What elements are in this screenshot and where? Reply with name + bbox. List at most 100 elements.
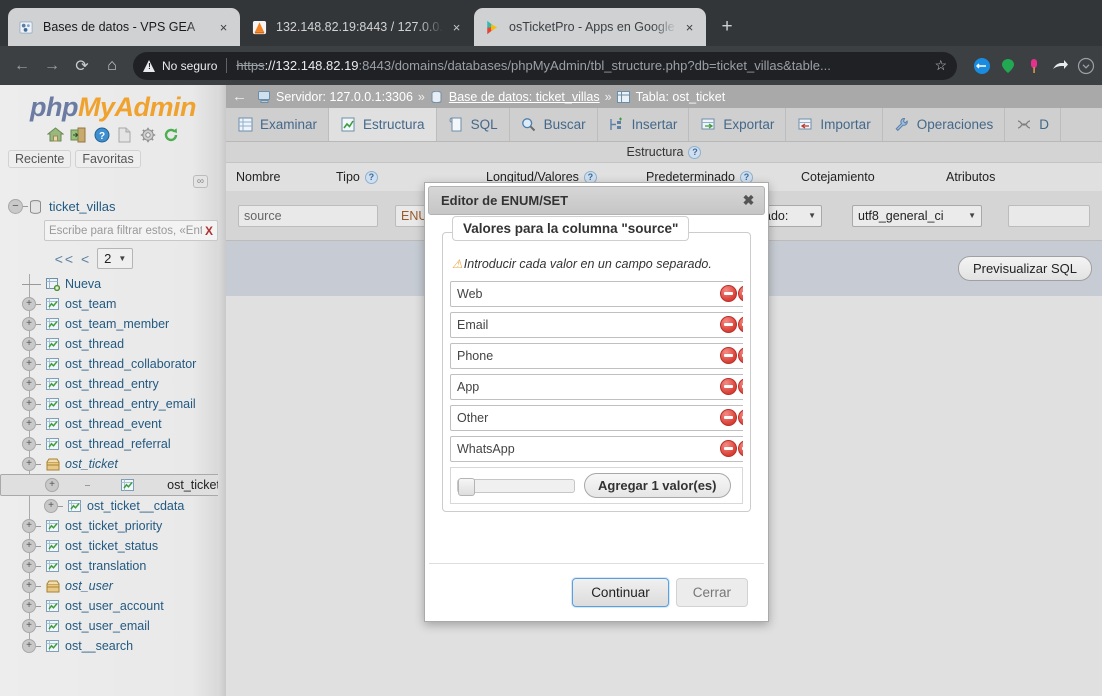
expand-toggle-icon[interactable]: +: [22, 357, 36, 371]
bookmark-star-icon[interactable]: ☆: [934, 57, 947, 74]
preview-sql-button[interactable]: Previsualizar SQL: [957, 256, 1092, 281]
sidebar-tab-reciente[interactable]: Reciente: [8, 150, 72, 168]
pager-prev-arrows[interactable]: << <: [55, 251, 91, 267]
sidebar-table-item[interactable]: + ost_thread: [0, 334, 226, 354]
expand-toggle-icon[interactable]: +: [22, 317, 36, 331]
expand-toggle-icon[interactable]: +: [22, 619, 36, 633]
sidebar-table-item[interactable]: + ost_user_account: [0, 596, 226, 616]
sidebar-table-item[interactable]: + ost_user: [0, 576, 226, 596]
continue-button[interactable]: Continuar: [572, 578, 669, 607]
remove-value-icon[interactable]: [720, 316, 737, 333]
sidebar-table-item[interactable]: + ost_thread_event: [0, 414, 226, 434]
sidebar-table-item[interactable]: + ost_team: [0, 294, 226, 314]
browser-tab-1[interactable]: 132.148.82.19:8443 / 127.0.0.1 / t ×: [241, 8, 473, 46]
sidebar-table-item[interactable]: + ost_team_member: [0, 314, 226, 334]
sidebar-tab-favoritas[interactable]: Favoritas: [75, 150, 141, 168]
home-button[interactable]: ⌂: [97, 51, 127, 81]
table-filter-input[interactable]: Escribe para filtrar estos, «Enter» para…: [44, 220, 218, 241]
expand-toggle-icon[interactable]: +: [22, 337, 36, 351]
enum-value-input[interactable]: Phone: [450, 343, 743, 369]
pink-popsicle-extension-icon[interactable]: [1024, 56, 1043, 75]
sidebar-table-item[interactable]: + ost_ticket_priority: [0, 516, 226, 536]
sidebar-table-item[interactable]: + ost_user_email: [0, 616, 226, 636]
remove-value-icon[interactable]: [720, 440, 737, 457]
expand-toggle-icon[interactable]: +: [22, 457, 36, 471]
remove-value-icon[interactable]: [720, 347, 737, 364]
sidebar-scroll[interactable]: phpMyAdmin ? Reciente Favoritas ∞ − tick…: [0, 85, 226, 696]
expand-toggle-icon[interactable]: +: [22, 297, 36, 311]
close-icon[interactable]: ✖: [738, 190, 759, 211]
sidebar-table-item[interactable]: + ost_thread_entry_email: [0, 394, 226, 414]
expand-toggle-icon[interactable]: +: [45, 478, 59, 492]
remove-value-icon[interactable]: [720, 409, 737, 426]
tab-importar[interactable]: Importar: [786, 108, 883, 141]
help-icon[interactable]: ?: [364, 170, 378, 184]
share-arrow-icon[interactable]: [1050, 56, 1069, 75]
sidebar-table-item[interactable]: + ost__search: [0, 636, 226, 656]
remove-value-icon[interactable]: [720, 285, 737, 302]
sidebar-table-item[interactable]: + ost_thread_entry: [0, 374, 226, 394]
enum-value-input[interactable]: Other: [450, 405, 743, 431]
profile-chevron-icon[interactable]: [1076, 56, 1095, 75]
back-button[interactable]: ←: [7, 51, 37, 81]
sidebar-table-item[interactable]: + ost_thread_collaborator: [0, 354, 226, 374]
enum-value-input[interactable]: Email: [450, 312, 743, 338]
expand-toggle-icon[interactable]: +: [22, 539, 36, 553]
green-dot-extension-icon[interactable]: [998, 56, 1017, 75]
sidebar-table-item[interactable]: + ost_ticket: [0, 454, 226, 474]
expand-toggle-icon[interactable]: +: [22, 559, 36, 573]
sidebar-database-root[interactable]: − ticket_villas: [0, 199, 226, 214]
pager-page-select[interactable]: 2 ▼: [97, 248, 134, 269]
sidebar-table-item[interactable]: + ost_ticket: [0, 474, 226, 496]
breadcrumb-back-icon[interactable]: ←: [232, 88, 247, 105]
help-icon[interactable]: ?: [93, 126, 111, 144]
tab-sql[interactable]: SQL: [436, 108, 510, 141]
tab-close-icon[interactable]: ×: [448, 19, 465, 36]
sidebar-table-item[interactable]: + ost_thread_referral: [0, 434, 226, 454]
sidebar-resize-handle[interactable]: [218, 85, 226, 696]
add-count-slider[interactable]: [457, 477, 575, 496]
browser-tab-0[interactable]: Bases de datos - VPS GEA ×: [8, 8, 240, 46]
tab-estructura[interactable]: Estructura: [329, 108, 437, 141]
refresh-icon[interactable]: [162, 126, 180, 144]
tab-operaciones[interactable]: Operaciones: [882, 108, 1006, 141]
docs-icon[interactable]: [116, 126, 134, 144]
expand-toggle-icon[interactable]: +: [22, 397, 36, 411]
logout-icon[interactable]: [70, 126, 88, 144]
expand-toggle-icon[interactable]: +: [22, 579, 36, 593]
collapse-toggle-icon[interactable]: −: [8, 199, 23, 214]
address-bar[interactable]: No seguro https://132.148.82.19:8443/dom…: [133, 51, 957, 80]
enum-value-input[interactable]: App: [450, 374, 743, 400]
help-icon[interactable]: ?: [688, 145, 702, 159]
phpmyadmin-logo[interactable]: phpMyAdmin: [0, 85, 226, 123]
forward-button[interactable]: →: [37, 51, 67, 81]
tab-exportar[interactable]: Exportar: [689, 108, 787, 141]
tab-close-icon[interactable]: ×: [215, 19, 232, 36]
expand-toggle-icon[interactable]: +: [22, 437, 36, 451]
close-button[interactable]: Cerrar: [675, 578, 748, 607]
sidebar-table-item[interactable]: + ost_translation: [0, 556, 226, 576]
sync-extension-icon[interactable]: [972, 56, 991, 75]
enum-value-input[interactable]: WhatsApp: [450, 436, 743, 462]
expand-toggle-icon[interactable]: +: [22, 519, 36, 533]
remove-value-icon[interactable]: [720, 378, 737, 395]
new-tab-button[interactable]: +: [712, 12, 742, 42]
dialog-title-bar[interactable]: Editor de ENUM/SET ✖: [428, 186, 765, 215]
clear-filter-icon[interactable]: X: [205, 224, 213, 238]
sidebar-table-item[interactable]: + ost_ticket_status: [0, 536, 226, 556]
settings-gear-icon[interactable]: [139, 126, 157, 144]
column-name-input[interactable]: source: [238, 204, 378, 227]
sidebar-table-item[interactable]: Nueva: [0, 274, 226, 294]
column-attributes-select[interactable]: [1008, 204, 1090, 227]
slider-handle[interactable]: [458, 477, 475, 496]
expand-toggle-icon[interactable]: +: [22, 377, 36, 391]
reload-button[interactable]: ⟳: [67, 51, 97, 81]
expand-toggle-icon[interactable]: +: [44, 499, 58, 513]
enum-value-input[interactable]: Web: [450, 281, 743, 307]
home-icon[interactable]: [47, 126, 65, 144]
tab-privilegios[interactable]: D: [1005, 108, 1061, 141]
tab-buscar[interactable]: Buscar: [509, 108, 598, 141]
expand-toggle-icon[interactable]: +: [22, 599, 36, 613]
tab-close-icon[interactable]: ×: [681, 19, 698, 36]
browser-tab-2[interactable]: osTicketPro - Apps en Google Pla ×: [474, 8, 706, 46]
